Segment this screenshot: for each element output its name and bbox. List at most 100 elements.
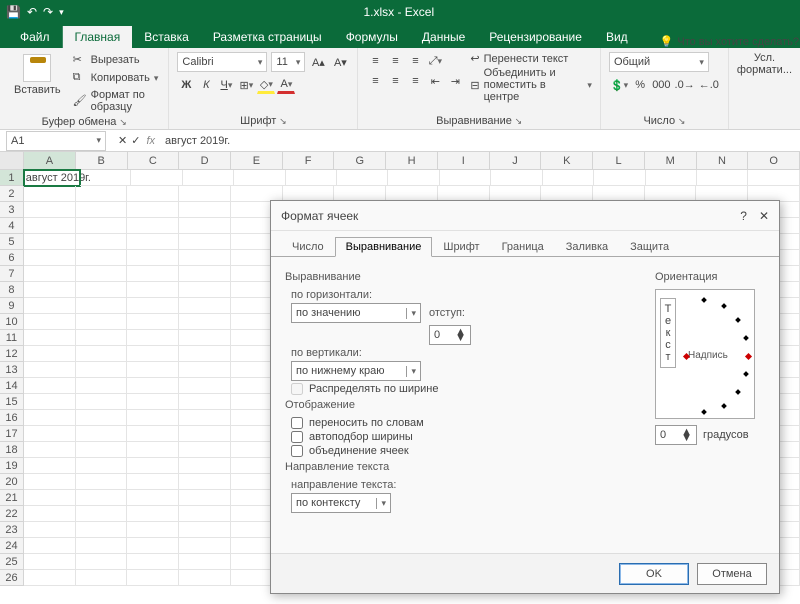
cell[interactable] (179, 410, 231, 426)
row-header[interactable]: 5 (0, 234, 24, 250)
decrease-font-icon[interactable]: A▾ (331, 53, 349, 71)
select-all-corner[interactable] (0, 152, 24, 169)
align-right-icon[interactable]: ≡ (406, 72, 424, 90)
row-header[interactable]: 6 (0, 250, 24, 266)
cell[interactable] (24, 442, 76, 458)
row-header[interactable]: 18 (0, 442, 24, 458)
column-header[interactable]: B (76, 152, 128, 169)
column-header[interactable]: I (438, 152, 490, 169)
shrink-fit-checkbox[interactable]: автоподбор ширины (291, 431, 645, 443)
cell[interactable] (76, 538, 128, 554)
align-left-icon[interactable]: ≡ (366, 72, 384, 90)
merge-cells-checkbox[interactable]: объединение ячеек (291, 445, 645, 457)
cell[interactable] (24, 346, 76, 362)
cell[interactable] (24, 266, 76, 282)
cell[interactable] (24, 234, 76, 250)
cancel-edit-icon[interactable]: ✕ (118, 134, 127, 147)
row-header[interactable]: 10 (0, 314, 24, 330)
row-header[interactable]: 14 (0, 378, 24, 394)
dialog-launcher-icon[interactable]: ↘ (279, 116, 287, 126)
underline-button[interactable]: Ч▾ (217, 76, 235, 94)
font-name-select[interactable]: Calibri▾ (177, 52, 267, 72)
column-header[interactable]: M (645, 152, 697, 169)
cell[interactable] (127, 490, 179, 506)
undo-icon[interactable]: ↶ (27, 5, 37, 19)
dlg-tab-number[interactable]: Число (281, 237, 335, 257)
cell[interactable] (127, 330, 179, 346)
cell[interactable] (127, 346, 179, 362)
cell[interactable] (127, 186, 179, 202)
row-header[interactable]: 12 (0, 346, 24, 362)
cell[interactable] (127, 506, 179, 522)
cell[interactable] (543, 170, 594, 186)
cell[interactable] (440, 170, 491, 186)
cell[interactable] (76, 282, 128, 298)
dialog-launcher-icon[interactable]: ↘ (119, 117, 127, 127)
borders-button[interactable]: ⊞▾ (237, 76, 255, 94)
cell[interactable] (76, 474, 128, 490)
wrap-text-button[interactable]: ↩Перенести текст (470, 52, 592, 65)
increase-indent-icon[interactable]: ⇥ (446, 72, 464, 90)
tab-view[interactable]: Вид (594, 26, 640, 48)
fx-icon[interactable]: fx (146, 135, 155, 147)
dialog-launcher-icon[interactable]: ↘ (678, 116, 686, 126)
row-header[interactable]: 23 (0, 522, 24, 538)
cell[interactable] (127, 314, 179, 330)
font-size-select[interactable]: 11▾ (271, 52, 305, 72)
cell[interactable] (179, 490, 231, 506)
row-header[interactable]: 17 (0, 426, 24, 442)
cell[interactable] (76, 378, 128, 394)
tab-home[interactable]: Главная (63, 26, 133, 48)
bold-button[interactable]: Ж (177, 76, 195, 94)
dlg-tab-fill[interactable]: Заливка (555, 237, 619, 257)
paste-button[interactable]: Вставить (8, 52, 67, 114)
row-header[interactable]: 15 (0, 394, 24, 410)
cell[interactable] (491, 170, 542, 186)
column-header[interactable]: E (231, 152, 283, 169)
cell[interactable] (646, 170, 697, 186)
cell[interactable] (24, 410, 76, 426)
row-header[interactable]: 24 (0, 538, 24, 554)
cell[interactable] (24, 298, 76, 314)
cell[interactable] (24, 490, 76, 506)
align-bottom-icon[interactable]: ≡ (406, 52, 424, 70)
confirm-edit-icon[interactable]: ✓ (131, 134, 140, 147)
vertical-align-select[interactable]: по нижнему краю▾ (291, 361, 421, 381)
increase-decimal-icon[interactable]: .0→ (674, 76, 696, 94)
copy-button[interactable]: ⧉Копировать▾ (71, 70, 161, 86)
cell[interactable] (234, 170, 285, 186)
font-color-button[interactable]: A▾ (277, 76, 295, 94)
dialog-launcher-icon[interactable]: ↘ (515, 116, 523, 126)
cell[interactable] (183, 170, 234, 186)
cell[interactable] (127, 218, 179, 234)
row-header[interactable]: 7 (0, 266, 24, 282)
cell[interactable] (127, 282, 179, 298)
cell[interactable] (76, 410, 128, 426)
cell[interactable] (127, 554, 179, 570)
row-header[interactable]: 20 (0, 474, 24, 490)
row-header[interactable]: 8 (0, 282, 24, 298)
cell[interactable] (24, 394, 76, 410)
cell[interactable]: август 2019г. (24, 170, 80, 186)
cell[interactable] (24, 218, 76, 234)
cell[interactable] (179, 298, 231, 314)
tab-insert[interactable]: Вставка (132, 26, 201, 48)
cell[interactable] (179, 362, 231, 378)
column-header[interactable]: D (179, 152, 231, 169)
cell[interactable] (80, 170, 131, 186)
cell[interactable] (179, 394, 231, 410)
cell[interactable] (76, 426, 128, 442)
column-header[interactable]: K (541, 152, 593, 169)
cell[interactable] (127, 250, 179, 266)
cell[interactable] (76, 186, 128, 202)
cell[interactable] (179, 554, 231, 570)
tell-me[interactable]: 💡Что вы хотите сделать? (640, 35, 799, 48)
cell[interactable] (76, 570, 128, 586)
format-painter-button[interactable]: 🖌Формат по образцу (71, 88, 161, 114)
cell[interactable] (127, 458, 179, 474)
cell[interactable] (76, 394, 128, 410)
cell[interactable] (179, 266, 231, 282)
cell[interactable] (24, 250, 76, 266)
column-header[interactable]: G (334, 152, 386, 169)
column-header[interactable]: J (490, 152, 542, 169)
